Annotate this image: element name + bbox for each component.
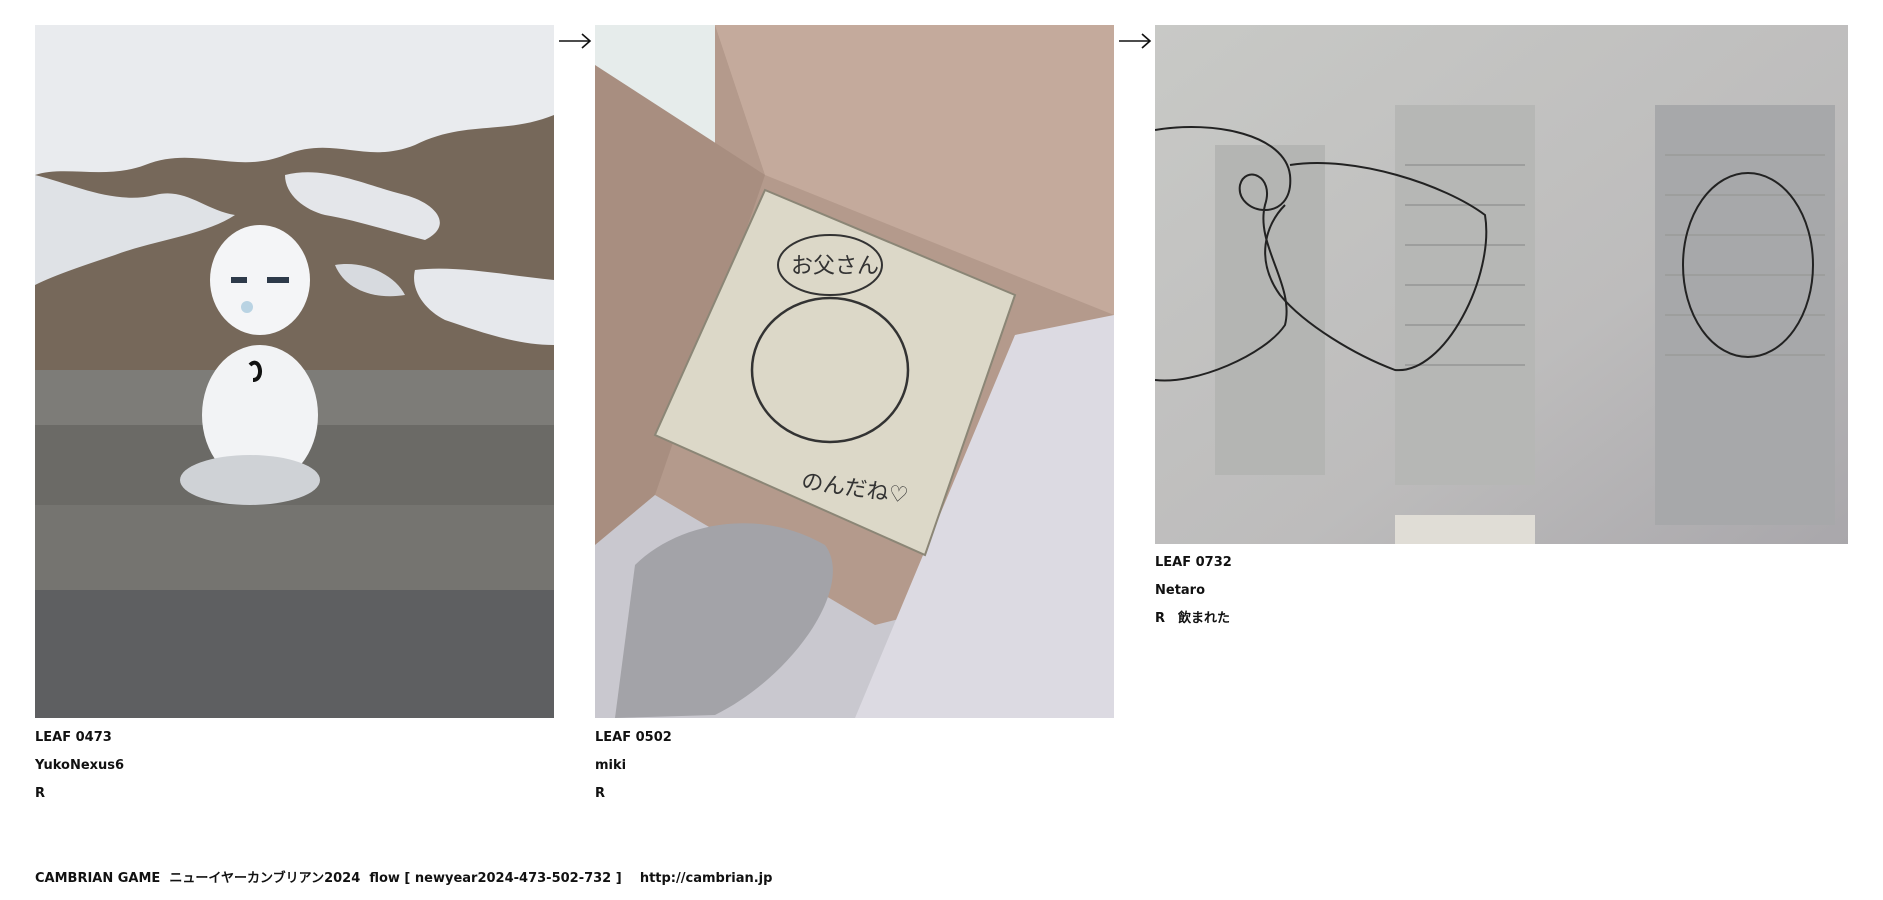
footer: CAMBRIAN GAME ニューイヤーカンブリアン2024 flow [ ne…: [35, 867, 772, 886]
leaf-code: LEAF 0732: [1155, 555, 1232, 570]
leaf-reply-link[interactable]: R: [35, 787, 45, 801]
leaf-code: LEAF 0473: [35, 730, 112, 745]
snowman-photo: [35, 25, 554, 718]
leaf-author-link[interactable]: miki: [595, 759, 626, 773]
site-url-link[interactable]: http://cambrian.jp: [640, 871, 773, 886]
arrow-right-icon: [557, 31, 593, 51]
leaf-author-link[interactable]: YukoNexus6: [35, 759, 124, 773]
leaf-author-link[interactable]: Netaro: [1155, 584, 1205, 598]
arrow-right-icon: [1117, 31, 1153, 51]
flow-label: flow [ newyear2024-473-502-732 ]: [369, 871, 622, 886]
leaf-reply-link[interactable]: R 飲まれた: [1155, 612, 1230, 626]
window-drawing-photo: [1155, 25, 1848, 544]
leaf-reply-link[interactable]: R: [595, 787, 605, 801]
leaf-0502-photo[interactable]: お父さん のんだね♡: [595, 25, 1114, 718]
brand-link[interactable]: CAMBRIAN GAME: [35, 871, 160, 886]
flow-page: お父さん のんだね♡ LEAF 0473 YukoNexus6 R LEAF 0…: [0, 0, 1883, 900]
cardboard-box-photo: お父さん のんだね♡: [595, 25, 1114, 718]
leaf-0473-photo[interactable]: [35, 25, 554, 718]
game-title-link[interactable]: ニューイヤーカンブリアン2024: [169, 871, 360, 886]
leaf-0732-photo[interactable]: [1155, 25, 1848, 544]
leaf-code: LEAF 0502: [595, 730, 672, 745]
box-note-top: お父さん: [791, 254, 879, 279]
